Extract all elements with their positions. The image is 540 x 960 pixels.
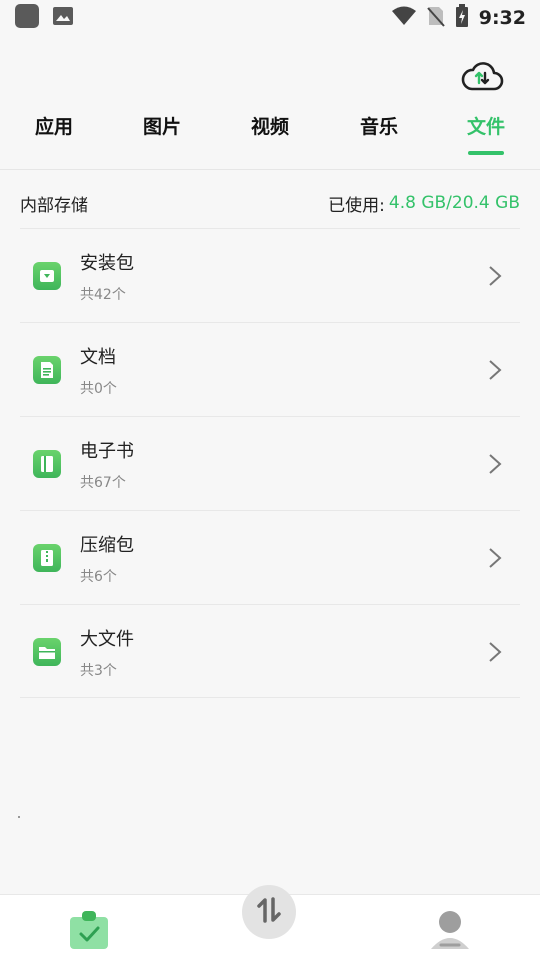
folder-icon: [33, 638, 61, 666]
storage-used-label: 已使用:: [328, 195, 385, 216]
storage-summary: 内部存储 已使用: 4.8 GB/20.4 GB: [20, 188, 520, 218]
app-root: 9:32 应用 图片 视频 音乐 文件 内部存储 已使用: 4.8 GB/20.…: [0, 0, 540, 960]
app-square-icon: [14, 3, 40, 33]
tab-label: 图片: [142, 116, 181, 138]
storage-usage: 已使用: 4.8 GB/20.4 GB: [328, 191, 520, 216]
battery-charging-icon: [455, 4, 469, 32]
item-count: 共67个: [80, 475, 126, 491]
chevron-right-icon: [488, 453, 502, 475]
chevron-right-icon: [488, 265, 502, 287]
item-count: 共3个: [80, 663, 117, 679]
nav-files-button[interactable]: [68, 909, 110, 951]
gallery-icon: [52, 6, 74, 30]
tab-label: 视频: [250, 116, 289, 138]
bottom-navigation: [0, 885, 540, 960]
chevron-right-icon: [488, 641, 502, 663]
no-sim-icon: [426, 5, 445, 31]
list-item-packages[interactable]: 安装包 共42个: [20, 228, 520, 322]
tab-label: 音乐: [359, 116, 398, 138]
list-item-large-files[interactable]: 大文件 共3个: [20, 604, 520, 698]
list-item-documents[interactable]: 文档 共0个: [20, 322, 520, 416]
header-divider: [0, 169, 540, 170]
item-count: 共6个: [80, 569, 117, 585]
chevron-right-icon: [488, 359, 502, 381]
wifi-icon: [391, 6, 417, 30]
stray-dot: [18, 816, 20, 818]
document-icon: [33, 356, 61, 384]
item-count: 共0个: [80, 381, 117, 397]
files-nav-icon: [68, 911, 110, 955]
storage-label: 内部存储: [20, 195, 88, 216]
chevron-right-icon: [488, 547, 502, 569]
item-title: 安装包: [80, 253, 134, 274]
tab-apps[interactable]: 应用: [14, 104, 94, 160]
item-title: 压缩包: [80, 535, 134, 556]
nav-profile-button[interactable]: [428, 907, 472, 951]
storage-used-value: 4.8 GB/20.4 GB: [388, 193, 520, 213]
archive-icon: [33, 544, 61, 572]
status-time: 9:32: [478, 7, 526, 29]
tab-music[interactable]: 音乐: [339, 104, 419, 160]
transfer-nav-icon: [254, 895, 284, 929]
nav-transfer-button[interactable]: [242, 885, 296, 939]
tab-label: 应用: [34, 116, 73, 138]
cloud-transfer-icon: [460, 59, 504, 97]
item-count: 共42个: [80, 287, 126, 303]
active-tab-indicator: [468, 151, 504, 155]
list-item-archives[interactable]: 压缩包 共6个: [20, 510, 520, 604]
list-item-ebooks[interactable]: 电子书 共67个: [20, 416, 520, 510]
profile-nav-icon: [428, 911, 472, 955]
status-right: 9:32: [391, 4, 526, 32]
file-category-list: 安装包 共42个 文档 共0个 电子书 共67个 压缩包 共6个 大文件 共3个: [20, 228, 520, 698]
tab-files[interactable]: 文件: [446, 104, 526, 160]
status-left: [14, 3, 74, 33]
item-title: 文档: [80, 347, 116, 368]
item-title: 大文件: [80, 629, 134, 650]
package-icon: [33, 262, 61, 290]
item-title: 电子书: [80, 441, 134, 462]
tab-images[interactable]: 图片: [122, 104, 202, 160]
tab-videos[interactable]: 视频: [230, 104, 310, 160]
category-tabs: 应用 图片 视频 音乐 文件: [0, 104, 540, 160]
tab-label: 文件: [466, 116, 505, 138]
status-bar: 9:32: [0, 0, 540, 36]
cloud-transfer-button[interactable]: [458, 58, 506, 98]
ebook-icon: [33, 450, 61, 478]
